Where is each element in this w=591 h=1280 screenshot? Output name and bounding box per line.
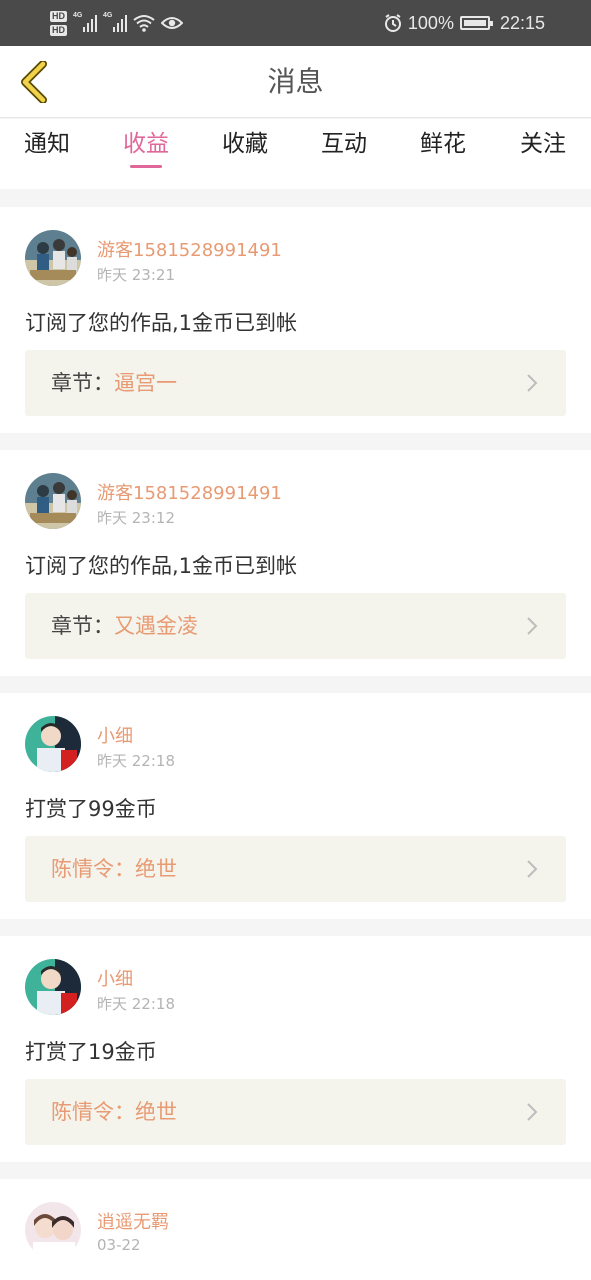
header-bar: 消息 [0,46,591,118]
active-tab-indicator [130,165,162,168]
network-type-label: 4G [73,12,83,19]
battery-icon [459,16,493,30]
avatar[interactable] [25,473,81,529]
alarm-icon [384,14,401,32]
ref-label: 陈情令： [51,1100,135,1124]
chapter-link[interactable]: 章节：逼宫一 [25,350,566,416]
chevron-right-icon [527,860,538,878]
message-text: 订阅了您的作品,1金币已到帐 [25,311,298,335]
ref-label: 陈情令： [51,857,135,881]
timestamp: 昨天 23:12 [97,509,175,527]
battery-percent: 100% [407,12,454,33]
message-card: 游客1581528991491 昨天 23:12 订阅了您的作品,1金币已到帐 … [0,450,591,676]
eye-icon [161,17,183,29]
avatar[interactable] [25,1202,81,1258]
tab-label: 通知 [24,131,70,157]
timestamp: 03-22 [97,1236,141,1254]
timestamp: 昨天 23:21 [97,266,175,284]
tab-label: 收益 [123,131,169,157]
tab-notifications[interactable]: 通知 [12,119,82,189]
signal-icon: 4G [103,12,127,32]
chapter-link[interactable]: 陈情令：绝世 [25,836,566,902]
avatar[interactable] [25,716,81,772]
page-title: 消息 [267,65,324,98]
username[interactable]: 游客1581528991491 [97,479,282,505]
status-bar: HD HD 4G 4G 100% 22:15 [0,0,591,46]
ref-label: 章节： [51,371,114,395]
hd-badge: HD [50,24,67,36]
tab-bar: 通知 收益 收藏 互动 鲜花 关注 [0,119,591,189]
tab-label: 鲜花 [420,131,466,157]
message-card: 小细 昨天 22:18 打赏了99金币 陈情令：绝世 [0,693,591,919]
message-text: 打赏了99金币 [25,797,157,821]
tab-flowers[interactable]: 鲜花 [408,119,478,189]
chapter-link[interactable]: 陈情令：绝世 [25,1079,566,1145]
message-text: 订阅了您的作品,1金币已到帐 [25,554,298,578]
username[interactable]: 游客1581528991491 [97,236,282,262]
tab-follows[interactable]: 关注 [508,119,578,189]
ref-value: 绝世 [135,857,177,881]
network-type-label: 4G [103,12,113,19]
username[interactable]: 小细 [97,722,133,748]
username[interactable]: 逍遥无羁 [97,1208,169,1234]
avatar[interactable] [25,959,81,1015]
chevron-right-icon [527,374,538,392]
ref-value: 逼宫一 [114,371,177,395]
tab-label: 关注 [520,131,566,157]
ref-label: 章节： [51,614,114,638]
signal-icon: 4G [73,12,97,32]
tab-label: 互动 [321,131,367,157]
message-card: 小细 昨天 22:18 打赏了19金币 陈情令：绝世 [0,936,591,1162]
clock: 22:15 [499,12,545,33]
timestamp: 昨天 22:18 [97,995,175,1013]
hd-badge: HD [50,10,67,22]
message-card: 逍遥无羁 03-22 [0,1179,591,1280]
message-text: 打赏了19金币 [25,1040,157,1064]
tab-favorites[interactable]: 收藏 [210,119,280,189]
wifi-icon [133,15,155,32]
chapter-link[interactable]: 章节：又遇金凌 [25,593,566,659]
avatar[interactable] [25,230,81,286]
chevron-right-icon [527,1103,538,1121]
timestamp: 昨天 22:18 [97,752,175,770]
message-card: 游客1581528991491 昨天 23:21 订阅了您的作品,1金币已到帐 … [0,207,591,433]
chevron-right-icon [527,617,538,635]
tab-earnings[interactable]: 收益 [111,119,181,189]
tab-interactions[interactable]: 互动 [309,119,379,189]
ref-value: 绝世 [135,1100,177,1124]
ref-value: 又遇金凌 [114,614,198,638]
username[interactable]: 小细 [97,965,133,991]
tab-label: 收藏 [222,131,268,157]
